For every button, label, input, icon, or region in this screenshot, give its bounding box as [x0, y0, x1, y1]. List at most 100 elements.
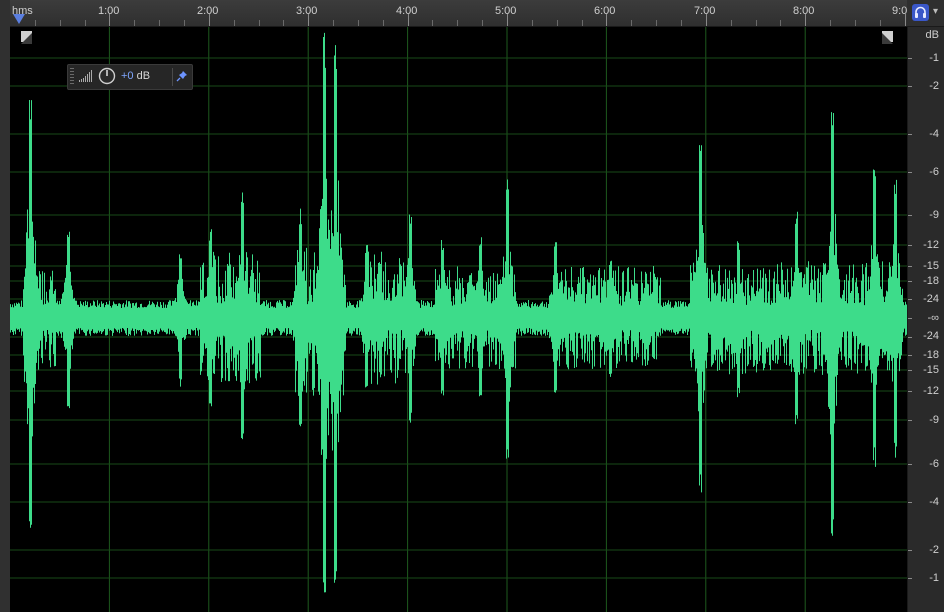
db-tick-label: -9 — [929, 414, 939, 426]
pin-icon[interactable] — [176, 70, 188, 82]
menu-caret-icon[interactable]: ▾ — [933, 6, 938, 17]
time-minor-tick — [457, 20, 459, 26]
db-tick-label: -6 — [929, 458, 939, 470]
db-tick-label: -18 — [923, 275, 939, 287]
time-tick — [308, 14, 310, 26]
time-minor-tick — [780, 20, 782, 26]
db-tick-label: -∞ — [927, 312, 939, 324]
waveform-trace — [10, 32, 907, 593]
time-minor-tick — [183, 20, 185, 26]
db-tick — [908, 578, 912, 579]
time-tick-label: 6:00 — [594, 5, 616, 17]
fade-out-handle[interactable] — [882, 31, 893, 44]
time-tick — [904, 14, 906, 26]
db-tick-label: -2 — [929, 80, 939, 92]
db-tick — [908, 420, 912, 421]
db-tick — [908, 299, 912, 300]
time-tick-label: 5:00 — [495, 5, 517, 17]
db-tick — [908, 550, 912, 551]
db-tick — [908, 370, 912, 371]
fade-in-handle[interactable] — [21, 31, 32, 44]
db-tick — [908, 502, 912, 503]
headphone-icon[interactable] — [912, 4, 929, 21]
db-tick — [908, 134, 912, 135]
time-tick-label: 8:00 — [793, 5, 815, 17]
ruler-corner: ▾ — [907, 0, 944, 27]
db-tick — [908, 464, 912, 465]
db-tick-label: -24 — [923, 330, 939, 342]
waveform-display[interactable]: +0 dB — [10, 27, 907, 612]
time-minor-tick — [680, 20, 682, 26]
db-tick-label: -15 — [923, 364, 939, 376]
volume-hud[interactable]: +0 dB — [67, 64, 193, 90]
time-minor-tick — [830, 20, 832, 26]
time-ruler[interactable]: hms 1:00 2:00 3:00 4:00 5:00 6:00 7:00 8… — [10, 0, 907, 27]
db-tick — [908, 391, 912, 392]
volume-number: +0 — [121, 70, 134, 82]
time-minor-tick — [283, 20, 285, 26]
db-tick-label: -9 — [929, 209, 939, 221]
db-tick-label: -2 — [929, 544, 939, 556]
time-minor-tick — [581, 20, 583, 26]
time-tick — [805, 14, 807, 26]
waveform-svg — [10, 27, 907, 612]
db-tick-label: -6 — [929, 166, 939, 178]
db-tick — [908, 281, 912, 282]
time-tick — [208, 14, 210, 26]
db-tick-label: -1 — [929, 52, 939, 64]
time-tick-label: 3:00 — [296, 5, 318, 17]
time-minor-tick — [656, 20, 658, 26]
time-tick-label: 2:00 — [197, 5, 219, 17]
db-tick — [908, 355, 912, 356]
db-tick-label: -18 — [923, 349, 939, 361]
db-tick-label: -12 — [923, 385, 939, 397]
time-minor-tick — [258, 20, 260, 26]
volume-knob-icon[interactable] — [98, 67, 116, 85]
time-minor-tick — [134, 20, 136, 26]
volume-unit: dB — [133, 70, 151, 82]
time-minor-tick — [382, 20, 384, 26]
time-minor-tick — [556, 20, 558, 26]
time-minor-tick — [59, 20, 61, 26]
hud-divider — [172, 68, 173, 86]
time-tick — [407, 14, 409, 26]
db-tick — [908, 215, 912, 216]
time-minor-tick — [333, 20, 335, 26]
time-minor-tick — [730, 20, 732, 26]
time-minor-tick — [233, 20, 235, 26]
time-minor-tick — [159, 20, 161, 26]
db-tick — [908, 86, 912, 87]
playhead-icon[interactable] — [13, 14, 25, 24]
db-tick — [908, 337, 912, 338]
db-tick-label: -12 — [923, 239, 939, 251]
time-tick — [705, 14, 707, 26]
db-tick-label: -24 — [923, 293, 939, 305]
time-minor-tick — [854, 20, 856, 26]
volume-value[interactable]: +0 dB — [121, 70, 150, 82]
hud-grip[interactable] — [70, 68, 74, 86]
db-unit-label: dB — [925, 29, 939, 41]
time-tick — [109, 14, 111, 26]
time-minor-tick — [357, 20, 359, 26]
time-tick — [507, 14, 508, 26]
db-tick-label: -4 — [929, 496, 939, 508]
level-meter-icon — [79, 70, 92, 82]
db-tick — [908, 58, 912, 59]
time-minor-tick — [34, 20, 36, 26]
db-tick-label: -4 — [929, 128, 939, 140]
time-minor-tick — [531, 20, 533, 26]
waveform-channel — [10, 32, 907, 593]
time-minor-tick — [84, 20, 86, 26]
db-tick — [908, 245, 912, 246]
time-minor-tick — [482, 20, 484, 26]
time-minor-tick — [631, 20, 633, 26]
db-tick-label: -15 — [923, 260, 939, 272]
time-minor-tick — [755, 20, 757, 26]
time-minor-tick — [432, 20, 434, 26]
db-tick — [908, 318, 912, 319]
db-tick — [908, 266, 912, 267]
db-tick — [908, 172, 912, 173]
db-ruler[interactable]: dB -1 -2 -4 -6 -9 -12 -15 -18 -24 -∞ -24… — [907, 27, 944, 612]
db-tick-label: -1 — [929, 572, 939, 584]
time-tick — [606, 14, 608, 26]
